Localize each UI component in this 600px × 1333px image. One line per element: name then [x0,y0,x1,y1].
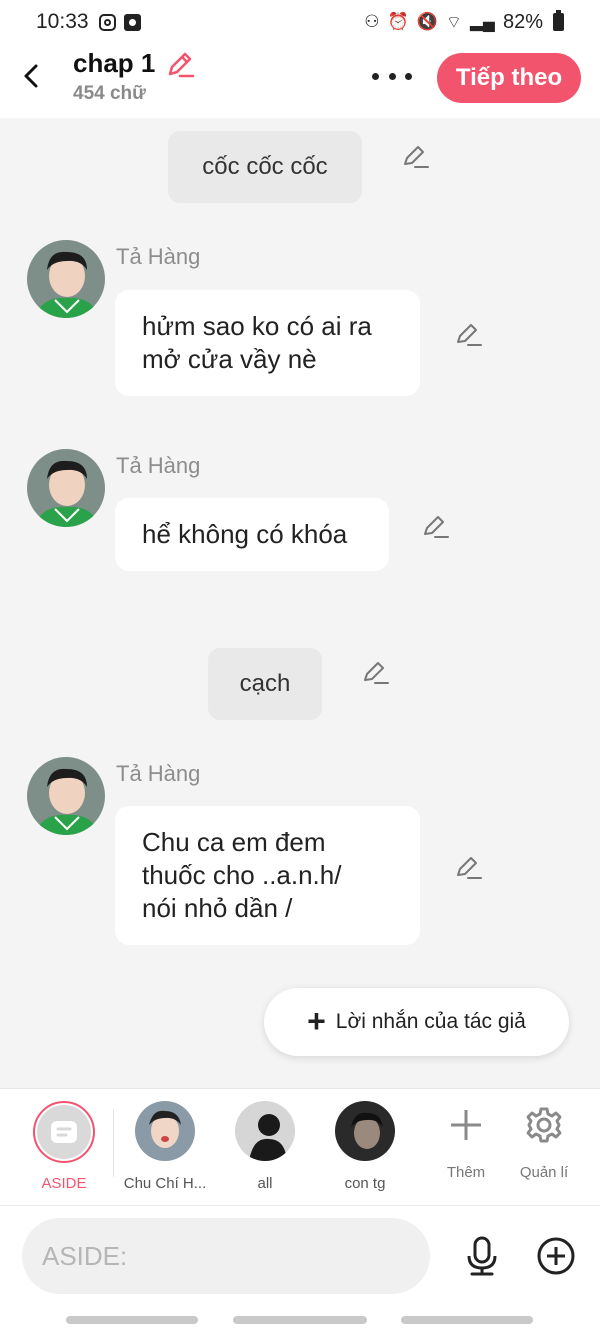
chevron-left-icon [24,64,38,88]
next-button[interactable]: Tiếp theo [437,53,581,103]
sender-name: Tả Hàng [116,761,201,786]
nav-recents-handle[interactable] [66,1316,198,1324]
edit-message-icon[interactable] [422,512,450,540]
chat-bubble-icon [51,1121,77,1143]
character-con-tg[interactable]: con tg [315,1101,415,1192]
signal-icon: ▂▄ [469,12,495,31]
battery-saver-icon: ⚇ [364,12,380,31]
aside-bubble[interactable]: cốc cốc cốc [168,131,362,203]
add-character-button[interactable]: Thêm [426,1103,506,1181]
character-all[interactable]: all [215,1101,315,1192]
add-circle-icon[interactable] [536,1236,576,1276]
avatar[interactable] [27,240,105,318]
header: chap 1 454 chữ Tiếp theo [0,44,600,118]
battery-icon [553,10,564,31]
instagram-icon [98,13,116,31]
status-time: 10:33 [36,10,89,33]
aside-bubble[interactable]: cạch [208,648,322,720]
word-count: 454 chữ [73,83,146,104]
avatar[interactable] [27,757,105,835]
edit-message-icon[interactable] [402,142,430,170]
edit-title-icon[interactable] [165,49,195,79]
alarm-icon: ⏰ [387,12,409,31]
battery-percent: 82% [502,10,543,33]
author-note-button[interactable]: + Lời nhắn của tác giả [264,988,569,1056]
edit-message-icon[interactable] [455,320,483,348]
dot-icon [388,72,396,80]
system-nav-bar [0,1305,600,1333]
microphone-icon[interactable] [462,1236,502,1276]
nav-home-handle[interactable] [233,1316,367,1324]
sender-name: Tả Hàng [116,244,201,269]
chat-area: cốc cốc cốc Tả Hàng hửm sao ko có ai ra … [0,118,600,1088]
divider [113,1109,114,1177]
edit-message-icon[interactable] [362,658,390,686]
avatar [235,1101,295,1161]
more-options-button[interactable] [372,64,412,88]
message-bubble[interactable]: Chu ca em đem thuốc cho ..a.n.h/ nói nhỏ… [115,806,420,945]
character-aside[interactable]: ASIDE [14,1101,114,1192]
status-bar: 10:33 ⚇ ⏰ 🔇 ⌔ ▂▄ 82% [0,0,600,44]
message-bubble[interactable]: hể không có khóa [115,498,389,571]
character-chu-chi-h[interactable]: Chu Chí H... [115,1101,215,1192]
app-notification-icon [123,13,141,31]
plus-icon [451,1110,481,1140]
sender-name: Tả Hàng [116,453,201,478]
character-bar: ASIDE Chu Chí H... all con tg Thêm Quản … [0,1088,600,1205]
page-title: chap 1 [73,48,156,78]
nav-back-handle[interactable] [401,1316,533,1324]
plus-icon: + [307,1002,326,1039]
wifi-icon: ⌔ [445,12,462,32]
avatar [335,1101,395,1161]
input-bar [0,1205,600,1305]
back-button[interactable] [16,61,46,91]
edit-message-icon[interactable] [455,853,483,881]
mute-icon: 🔇 [416,12,438,31]
avatar[interactable] [27,449,105,527]
dot-icon [405,72,412,80]
dot-icon [372,72,379,80]
manage-button[interactable]: Quản lí [504,1103,584,1181]
message-input[interactable] [22,1218,430,1294]
avatar [135,1101,195,1161]
gear-icon [526,1107,562,1143]
message-bubble[interactable]: hửm sao ko có ai ra mở cửa vầy nè [115,290,420,396]
